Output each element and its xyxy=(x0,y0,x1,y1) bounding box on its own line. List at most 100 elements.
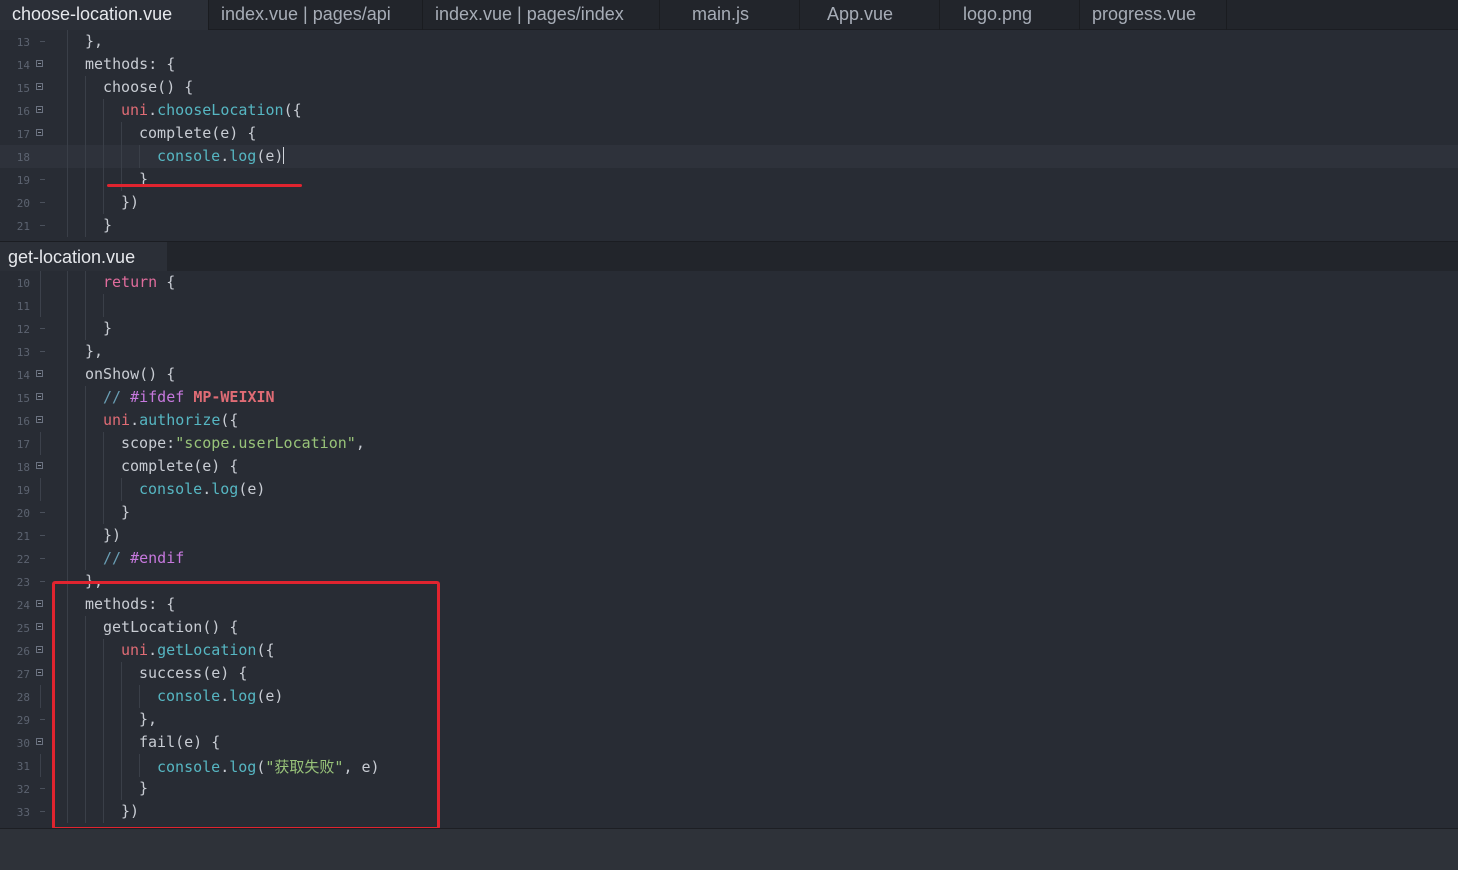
fold-toggle-icon[interactable] xyxy=(36,60,43,67)
fold-toggle-icon[interactable] xyxy=(36,623,43,630)
line-number: 32 xyxy=(16,783,30,796)
code-text: }) xyxy=(103,526,122,544)
tab-choose-location[interactable]: choose-location.vue xyxy=(0,0,209,30)
fold-guide xyxy=(40,328,45,329)
tab-index-api[interactable]: index.vue | pages/api xyxy=(209,0,423,30)
indent-guide xyxy=(85,547,86,570)
fold-toggle-icon[interactable] xyxy=(36,669,43,676)
code-line: 14 methods: { xyxy=(0,53,1458,76)
fold-guide xyxy=(40,788,45,789)
line-number: 25 xyxy=(16,622,30,635)
fold-toggle-icon[interactable] xyxy=(36,600,43,607)
indent-guide xyxy=(67,547,68,570)
line-number: 28 xyxy=(16,691,30,704)
fold-toggle-icon[interactable] xyxy=(36,106,43,113)
fold-toggle-icon[interactable] xyxy=(36,370,43,377)
indent-guide xyxy=(67,145,68,168)
fold-guide xyxy=(40,719,45,720)
code-text: scope:"scope.userLocation", xyxy=(121,434,365,452)
code-line: 20 } xyxy=(0,501,1458,524)
code-text: } xyxy=(121,503,131,521)
line-number: 11 xyxy=(16,300,30,313)
code-text: onShow() { xyxy=(85,365,176,383)
line-number: 20 xyxy=(16,197,30,210)
fold-guide xyxy=(40,271,41,294)
fold-guide xyxy=(40,294,41,317)
tab-index-index[interactable]: index.vue | pages/index xyxy=(423,0,660,30)
line-number: 21 xyxy=(16,530,30,543)
tab-progress-vue[interactable]: progress.vue xyxy=(1080,0,1227,30)
code-line: 21 }) xyxy=(0,524,1458,547)
indent-guide xyxy=(103,191,104,214)
fold-guide xyxy=(40,581,45,582)
code-line: 20 }) xyxy=(0,191,1458,214)
line-number: 15 xyxy=(16,82,30,95)
indent-guide xyxy=(85,76,86,99)
indent-guide xyxy=(85,191,86,214)
indent-guide xyxy=(67,478,68,501)
code-line: 17 scope:"scope.userLocation", xyxy=(0,432,1458,455)
code-text: uni.authorize({ xyxy=(103,411,239,429)
fold-guide xyxy=(40,179,45,180)
code-line: 11 xyxy=(0,294,1458,317)
fold-guide xyxy=(40,535,45,536)
fold-toggle-icon[interactable] xyxy=(36,83,43,90)
code-line: 14 onShow() { xyxy=(0,363,1458,386)
fold-toggle-icon[interactable] xyxy=(36,129,43,136)
indent-guide xyxy=(67,122,68,145)
fold-guide xyxy=(40,754,41,777)
code-text: // #ifdef MP-WEIXIN xyxy=(103,388,275,406)
indent-guide xyxy=(85,524,86,547)
indent-guide xyxy=(67,409,68,432)
annotation-underline xyxy=(107,184,302,187)
indent-guide xyxy=(85,168,86,191)
tab-app-vue[interactable]: App.vue xyxy=(800,0,940,30)
line-number: 16 xyxy=(16,415,30,428)
indent-guide xyxy=(67,30,68,53)
line-number: 16 xyxy=(16,105,30,118)
fold-toggle-icon[interactable] xyxy=(36,738,43,745)
code-line: 18 complete(e) { xyxy=(0,455,1458,478)
line-number: 14 xyxy=(16,369,30,382)
code-text: console.log(e) xyxy=(157,147,285,165)
indent-guide xyxy=(67,271,68,294)
fold-toggle-icon[interactable] xyxy=(36,462,43,469)
fold-toggle-icon[interactable] xyxy=(36,416,43,423)
indent-guide xyxy=(121,168,122,191)
code-line: 13 }, xyxy=(0,340,1458,363)
code-line: 12 } xyxy=(0,317,1458,340)
code-text: complete(e) { xyxy=(121,457,239,475)
indent-guide xyxy=(85,317,86,340)
line-number: 21 xyxy=(16,220,30,233)
tab-logo-png[interactable]: logo.png xyxy=(940,0,1080,30)
indent-guide xyxy=(85,122,86,145)
line-number: 23 xyxy=(16,576,30,589)
code-line: 13 }, xyxy=(0,30,1458,53)
code-line: 10 return { xyxy=(0,271,1458,294)
indent-guide xyxy=(103,432,104,455)
fold-toggle-icon[interactable] xyxy=(36,393,43,400)
fold-toggle-icon[interactable] xyxy=(36,646,43,653)
line-number: 31 xyxy=(16,760,30,773)
status-bar xyxy=(0,828,1458,870)
code-line: 16 uni.chooseLocation({ xyxy=(0,99,1458,122)
code-text: } xyxy=(103,319,113,337)
indent-guide xyxy=(85,145,86,168)
editor-pane-top[interactable]: 13 }, 14 methods: { 15 choose() { 16 uni… xyxy=(0,30,1458,241)
indent-guide xyxy=(67,76,68,99)
tab-get-location[interactable]: get-location.vue xyxy=(0,242,167,272)
line-number: 27 xyxy=(16,668,30,681)
annotation-highlight-box xyxy=(52,581,440,830)
tab-main-js[interactable]: main.js xyxy=(660,0,800,30)
indent-guide xyxy=(67,363,68,386)
line-number: 30 xyxy=(16,737,30,750)
fold-guide xyxy=(40,512,45,513)
text-caret xyxy=(283,147,285,164)
indent-guide xyxy=(85,294,86,317)
indent-guide xyxy=(103,455,104,478)
line-number: 24 xyxy=(16,599,30,612)
indent-guide xyxy=(85,501,86,524)
indent-guide xyxy=(103,168,104,191)
line-number: 19 xyxy=(16,174,30,187)
line-number: 26 xyxy=(16,645,30,658)
